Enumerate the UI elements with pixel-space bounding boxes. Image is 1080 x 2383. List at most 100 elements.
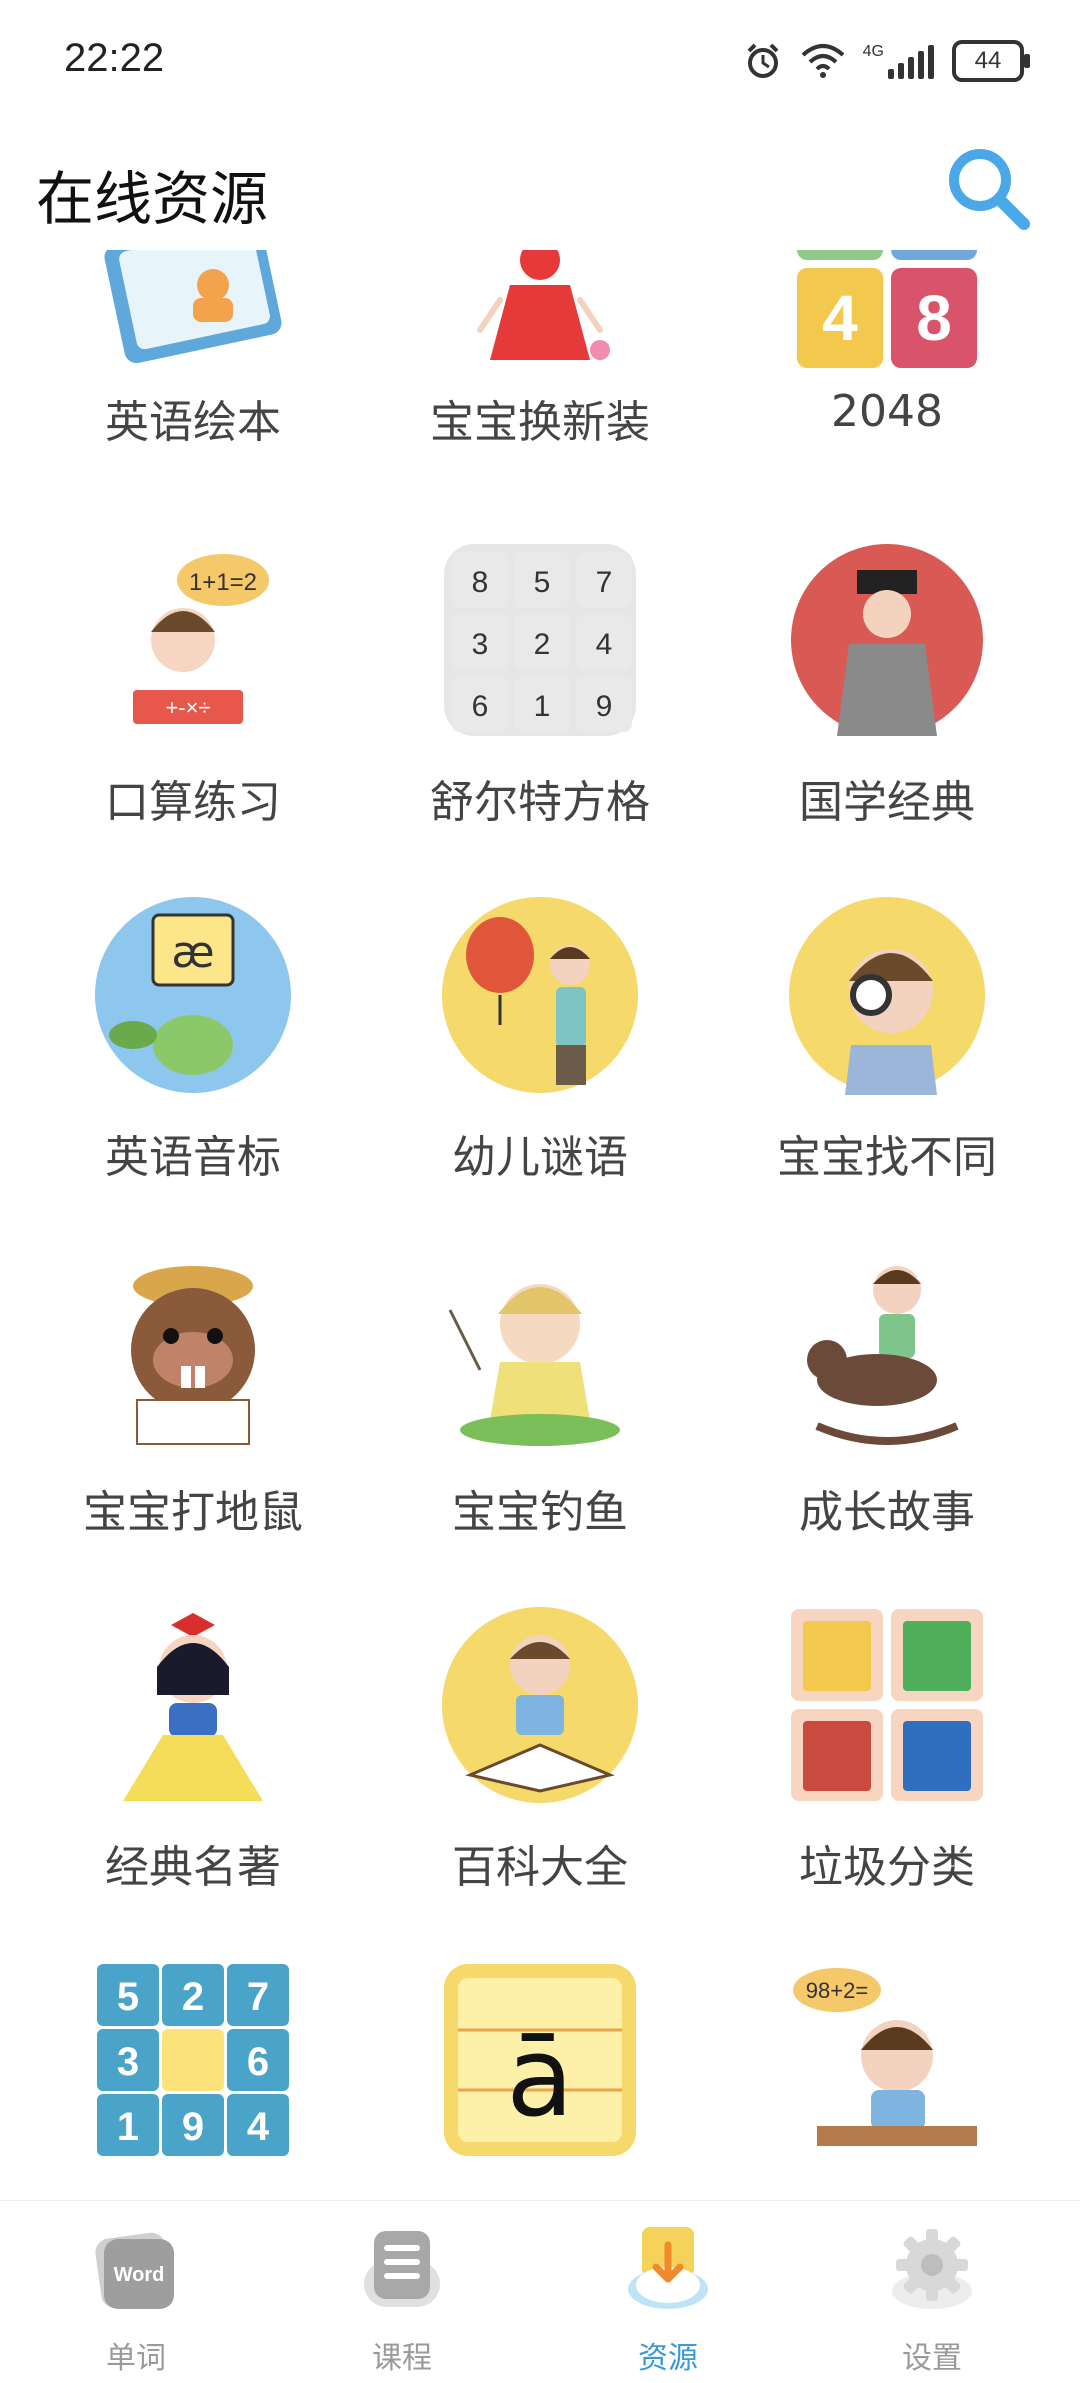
nav-label: 单词 xyxy=(106,2341,166,2376)
nav-label: 设置 xyxy=(902,2341,962,2376)
status-icons: 4G 44 xyxy=(743,40,1030,82)
word-card-icon: Word xyxy=(95,2232,174,2309)
schulte-number: 5 xyxy=(534,566,551,599)
network-type: 4G xyxy=(862,43,884,60)
tile-2048-number: 4 xyxy=(822,282,858,354)
grid-item-whack-a-mole[interactable]: 宝宝打地鼠 xyxy=(23,1250,363,1570)
resource-grid: 英语绘本 宝宝换新装 4 8 2048 1+1=2 +-×÷ 口算练习 8 5 … xyxy=(0,250,1080,2200)
search-icon xyxy=(949,149,1030,230)
chinese-classics-icon xyxy=(791,544,983,736)
fishing-icon xyxy=(448,1284,620,1446)
schulte-number: 2 xyxy=(534,628,551,661)
grid-item-english-picture-book[interactable]: 英语绘本 xyxy=(23,250,363,510)
math-bubble-text: 1+1=2 xyxy=(189,569,257,596)
sudoku-number: 9 xyxy=(182,2105,204,2149)
wifi-icon xyxy=(801,44,844,78)
sudoku-number: 3 xyxy=(117,2040,139,2084)
battery-icon: 44 xyxy=(952,40,1030,82)
grid-item-2048[interactable]: 4 8 2048 xyxy=(717,250,1057,510)
grid-item-fishing[interactable]: 宝宝钓鱼 xyxy=(370,1250,710,1570)
grid-item-label: 幼儿谜语 xyxy=(452,1132,628,1183)
2048-game-icon: 4 8 xyxy=(797,250,977,368)
grid-item-label: 宝宝换新装 xyxy=(430,397,650,448)
riddles-icon xyxy=(442,897,638,1093)
sudoku-icon: 5 2 7 3 6 1 9 4 xyxy=(97,1964,289,2156)
pinyin-icon: ā xyxy=(444,1964,636,2156)
signal-bars-icon xyxy=(888,45,934,79)
grid-item-math-practice[interactable]: 98+2= xyxy=(717,1960,1057,2200)
tile-2048-number: 8 xyxy=(916,282,952,354)
grid-item-mental-math[interactable]: 1+1=2 +-×÷ 口算练习 xyxy=(23,540,363,860)
sudoku-number: 1 xyxy=(117,2105,139,2149)
grid-item-dress-up[interactable]: 宝宝换新装 xyxy=(370,250,710,510)
pinyin-symbol: ā xyxy=(506,2013,573,2141)
nav-label: 资源 xyxy=(638,2341,698,2376)
math-board-text: +-×÷ xyxy=(165,695,210,720)
math-practice-icon: 98+2= xyxy=(793,1968,977,2146)
nav-item-words[interactable]: Word 单词 xyxy=(56,2215,216,2376)
grid-item-label: 宝宝打地鼠 xyxy=(83,1487,303,1538)
schulte-number: 1 xyxy=(534,690,551,723)
settings-gear-icon xyxy=(892,2229,972,2309)
phonetic-symbol: æ xyxy=(171,927,214,978)
grid-item-pinyin[interactable]: ā xyxy=(370,1960,710,2200)
nav-item-courses[interactable]: 课程 xyxy=(322,2215,482,2376)
resource-download-icon xyxy=(628,2227,708,2309)
search-button[interactable] xyxy=(940,140,1036,236)
grid-item-label: 口算练习 xyxy=(105,777,281,828)
english-picture-book-icon xyxy=(104,250,282,364)
sudoku-number: 7 xyxy=(247,1975,269,2019)
alarm-icon xyxy=(747,43,779,78)
nav-item-settings[interactable]: 设置 xyxy=(852,2215,1012,2376)
grid-item-chinese-classics[interactable]: 国学经典 xyxy=(717,540,1057,860)
word-badge-text: Word xyxy=(114,2264,165,2286)
page-title: 在线资源 xyxy=(36,165,269,233)
grid-item-label: 宝宝钓鱼 xyxy=(452,1487,628,1538)
course-icon xyxy=(364,2231,440,2307)
grid-item-label: 成长故事 xyxy=(799,1487,975,1538)
grid-item-label: 百科大全 xyxy=(452,1842,628,1893)
grid-item-riddles[interactable]: 幼儿谜语 xyxy=(370,895,710,1215)
grid-item-label: 英语绘本 xyxy=(105,397,281,448)
status-time: 22:22 xyxy=(64,36,165,80)
grid-item-label: 经典名著 xyxy=(105,1842,281,1893)
grid-item-garbage-sorting[interactable]: 垃圾分类 xyxy=(717,1605,1057,1925)
schulte-number: 7 xyxy=(596,566,613,599)
classic-literature-icon xyxy=(123,1613,263,1801)
cellular-signal: 4G xyxy=(863,43,934,79)
status-bar: 22:22 4G 44 xyxy=(0,0,1080,120)
sudoku-cell xyxy=(162,2029,224,2091)
schulte-grid-icon: 8 5 7 3 2 4 6 1 9 xyxy=(444,544,636,736)
grid-item-label: 宝宝找不同 xyxy=(777,1132,997,1183)
dress-up-icon xyxy=(477,250,610,360)
grid-item-label: 英语音标 xyxy=(105,1132,281,1183)
schulte-number: 8 xyxy=(472,566,489,599)
grid-item-schulte-grid[interactable]: 8 5 7 3 2 4 6 1 9 舒尔特方格 xyxy=(370,540,710,860)
phonetics-icon: æ xyxy=(95,897,291,1093)
encyclopedia-icon xyxy=(442,1607,638,1803)
grid-item-encyclopedia[interactable]: 百科大全 xyxy=(370,1605,710,1925)
grid-item-sudoku[interactable]: 527 3 6 194 xyxy=(23,1960,363,2200)
schulte-number: 9 xyxy=(596,690,613,723)
grid-item-growth-stories[interactable]: 成长故事 xyxy=(717,1250,1057,1570)
sudoku-number: 6 xyxy=(247,2040,269,2084)
grid-item-classic-literature[interactable]: 经典名著 xyxy=(23,1605,363,1925)
growth-stories-icon xyxy=(807,1266,959,1445)
grid-item-label: 舒尔特方格 xyxy=(430,777,650,828)
mental-math-icon: 1+1=2 +-×÷ xyxy=(133,554,269,724)
grid-item-label: 国学经典 xyxy=(799,777,975,828)
grid-item-phonetics[interactable]: æ 英语音标 xyxy=(23,895,363,1215)
whack-a-mole-icon xyxy=(131,1266,255,1445)
grid-item-label: 垃圾分类 xyxy=(799,1842,975,1893)
sudoku-number: 2 xyxy=(182,1975,204,2019)
schulte-number: 4 xyxy=(596,628,613,661)
header: 在线资源 xyxy=(0,130,1080,250)
nav-item-resources[interactable]: 资源 xyxy=(588,2215,748,2376)
grid-item-spot-difference[interactable]: 宝宝找不同 xyxy=(717,895,1057,1215)
bottom-nav: Word 单词 课程 资源 设置 xyxy=(0,2200,1080,2383)
sudoku-number: 4 xyxy=(247,2105,270,2149)
sudoku-number: 5 xyxy=(117,1975,139,2019)
garbage-sorting-icon xyxy=(791,1609,983,1801)
spot-difference-icon xyxy=(789,897,985,1095)
nav-label: 课程 xyxy=(372,2341,432,2376)
